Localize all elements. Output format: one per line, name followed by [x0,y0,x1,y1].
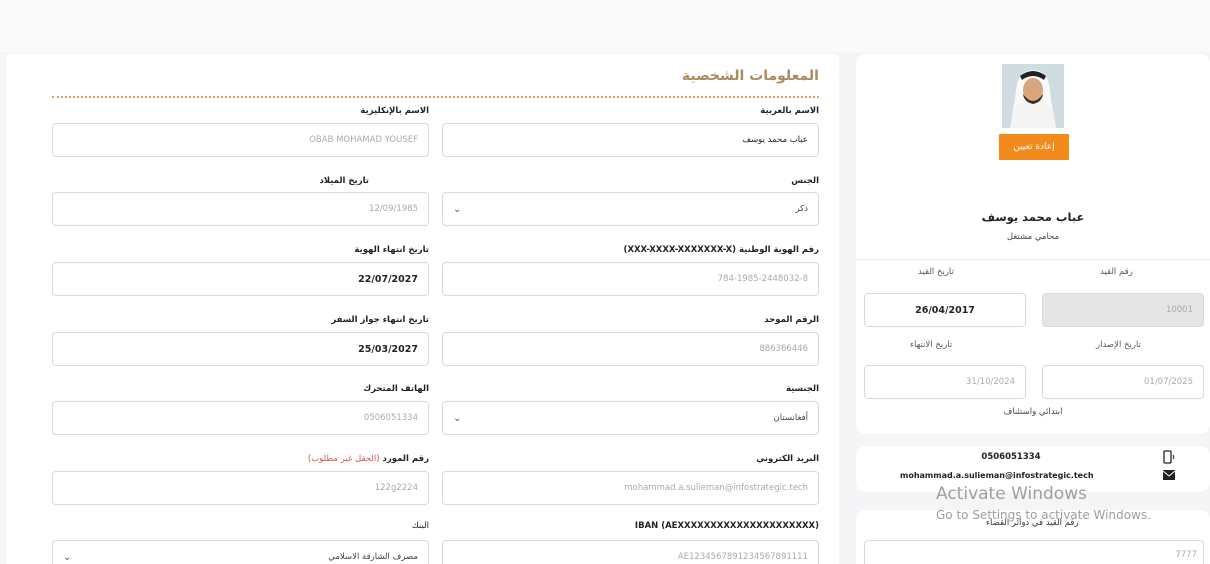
profile-divider [856,259,1210,260]
license-type: ابتدائي واستئناف [1003,407,1063,417]
issue-date-label: تاريخ الإصدار [1096,340,1141,350]
avatar [1002,64,1064,128]
reg-no-value: 10001 [1165,305,1193,315]
mobile-input[interactable]: 0506051334 [52,401,429,435]
reg-date-field[interactable]: 26/04/2017 [864,293,1026,327]
supplier-no-label-text: رقم المورد [382,454,429,464]
section-divider [52,96,819,98]
reg-no-label: رقم القيد [1100,267,1133,277]
passport-expiry-label: تاريخ انتهاء جواز السفر [331,315,429,325]
reset-button[interactable]: إعادة تعيين [999,134,1069,160]
personal-info-card: المعلومات الشخصية الاسم بالعربية عباب مح… [6,54,839,564]
profile-name: عباب محمد يوسف [981,210,1085,224]
email-input[interactable]: mohammad.a.sulieman@infostrategic.tech [442,471,819,505]
email-label: البريد الكتروني [756,454,819,464]
name-ar-input[interactable]: عباب محمد يوسف [442,123,819,157]
bank-label: البنك [411,521,429,531]
profile-card: إعادة تعيين عباب محمد يوسف محامي مشتغل ر… [856,54,1210,434]
issue-date-field[interactable]: 01/07/2025 [1042,365,1204,399]
name-ar-label: الاسم بالعربية [760,106,819,116]
supplier-no-label: رقم المورد (الحقل غير مطلوب) [308,454,429,464]
unified-no-label: الرقم الموحد [764,315,819,325]
court-reg-input[interactable]: 7777 [864,540,1204,564]
id-expiry-input[interactable]: 22/07/2027 [52,262,429,296]
nationality-value: أفغانستان [773,413,808,423]
iban-input[interactable]: AE1234567891234567891111 [442,540,819,564]
bank-select[interactable]: مصرف الشارقة الاسلامي ⌄ [52,540,429,564]
watermark-subtitle: Go to Settings to activate Windows. [936,508,1151,522]
chevron-down-icon: ⌄ [453,412,462,424]
iban-label: IBAN (AEXXXXXXXXXXXXXXXXXXXXX) [634,521,819,531]
section-title: المعلومات الشخصية [681,68,819,84]
profile-role: محامي مشتغل [1006,232,1060,242]
bank-value: مصرف الشارقة الاسلامي [328,552,418,562]
national-id-input[interactable]: 784-1985-2448032-8 [442,262,819,296]
supplier-no-input[interactable]: 122g2224 [52,471,429,505]
expiry-date-field[interactable]: 31/10/2024 [864,365,1026,399]
birth-date-input[interactable]: 12/09/1985 [52,192,429,226]
name-en-label: الاسم بالإنكليزية [360,106,429,116]
optional-note: (الحقل غير مطلوب) [307,454,380,464]
mobile-phone-icon [1162,450,1176,467]
gender-label: الجنس [791,176,819,186]
watermark-title: Activate Windows [936,484,1087,504]
gender-value: ذكر [795,204,808,214]
expiry-date-label: تاريخ الانتهاء [910,340,953,350]
national-id-label: رقم الهوية الوطنية (XXX-XXXX-XXXXXXX-X) [623,245,819,255]
chevron-down-icon: ⌄ [63,551,72,563]
mobile-label: الهاتف المتحرك [363,384,429,394]
envelope-icon [1162,469,1176,484]
reg-date-label: تاريخ القيد [918,267,954,277]
reg-no-field: 10001 [1042,293,1204,327]
contact-phone: 0506051334 [981,452,1041,462]
contact-email: mohammad.a.sulieman@infostrategic.tech [900,471,1094,480]
passport-expiry-input[interactable]: 25/03/2027 [52,332,429,366]
nationality-label: الجنسية [786,384,819,394]
gender-select[interactable]: ذكر ⌄ [442,192,819,226]
top-bar [0,0,1210,52]
chevron-down-icon: ⌄ [453,203,462,215]
unified-no-input[interactable]: 886366446 [442,332,819,366]
birth-date-label: تاريخ الميلاد [319,176,369,186]
nationality-select[interactable]: أفغانستان ⌄ [442,401,819,435]
name-en-input[interactable]: OBAB MOHAMAD YOUSEF [52,123,429,157]
activate-windows-watermark: Activate Windows Go to Settings to activ… [936,484,1151,522]
id-expiry-label: تاريخ انتهاء الهوية [354,245,429,255]
